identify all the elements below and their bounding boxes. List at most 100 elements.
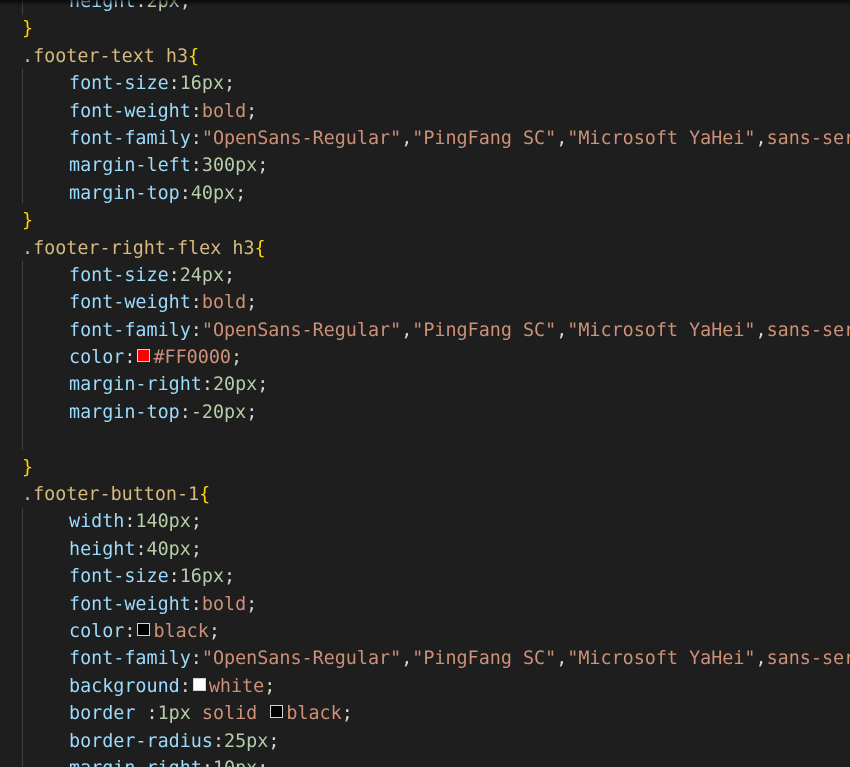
- string-value: "PingFang SC": [412, 648, 557, 670]
- punctuation: ,: [556, 319, 568, 341]
- css-selector: .footer-text h3: [22, 45, 189, 67]
- brace: }: [22, 456, 34, 478]
- code-line[interactable]: .footer-button-1{: [22, 481, 850, 508]
- punctuation: ,: [556, 127, 568, 149]
- code-line[interactable]: font-size:24px;: [22, 262, 850, 289]
- css-property: font-family: [69, 648, 191, 670]
- string-value: "Microsoft YaHei": [567, 648, 756, 670]
- string-value: "OpenSans-Regular": [201, 319, 402, 341]
- punctuation: :: [190, 593, 202, 615]
- css-property: margin-right: [69, 374, 202, 396]
- code-line[interactable]: margin-top:40px;: [22, 180, 850, 207]
- punctuation: ;: [257, 374, 269, 396]
- css-property: margin-top: [69, 182, 180, 204]
- code-line[interactable]: background: white;: [22, 673, 850, 700]
- code-line[interactable]: [22, 426, 850, 453]
- css-property: color: [69, 620, 125, 642]
- punctuation: :: [135, 538, 147, 560]
- code-line[interactable]: }: [22, 454, 850, 481]
- code-line[interactable]: font-weight:bold;: [22, 591, 850, 618]
- code-line[interactable]: }: [22, 207, 850, 234]
- code-line[interactable]: margin-right:20px;: [22, 371, 850, 398]
- css-property: border: [69, 703, 147, 725]
- code-line[interactable]: font-weight:bold;: [22, 98, 850, 125]
- brace: {: [188, 45, 200, 67]
- code-line[interactable]: font-weight:bold;: [22, 289, 850, 316]
- code-editor[interactable]: height:2px;} .footer-text h3{font-size:16…: [0, 0, 850, 767]
- punctuation: ;: [246, 100, 258, 122]
- css-property: background: [69, 675, 180, 697]
- css-property: height: [69, 538, 136, 560]
- code-line[interactable]: height:40px;: [22, 536, 850, 563]
- punctuation: ;: [224, 566, 236, 588]
- color-swatch-icon[interactable]: [270, 705, 284, 719]
- number-value: 40px: [190, 182, 236, 204]
- punctuation: :: [202, 758, 213, 767]
- punctuation: :: [168, 264, 180, 286]
- punctuation: ,: [755, 127, 767, 149]
- css-property: font-size: [69, 73, 169, 95]
- code-line[interactable]: margin-top:-20px;: [22, 399, 850, 426]
- punctuation: ,: [401, 648, 413, 670]
- punctuation: :: [168, 73, 180, 95]
- punctuation: ;: [268, 730, 280, 752]
- brace: {: [254, 237, 266, 259]
- code-line[interactable]: color: black;: [22, 618, 850, 645]
- punctuation: ;: [224, 264, 236, 286]
- punctuation: :: [124, 347, 136, 369]
- keyword-value: sans-serif: [766, 127, 850, 149]
- code-line[interactable]: font-family:"OpenSans-Regular","PingFang…: [22, 317, 850, 344]
- string-value: "Microsoft YaHei": [567, 319, 756, 341]
- code-line[interactable]: width:140px;: [22, 508, 850, 535]
- css-property: font-family: [69, 127, 191, 149]
- keyword-value: black: [286, 703, 342, 725]
- code-line[interactable]: border :1px solid black;: [22, 700, 850, 727]
- css-property: font-size: [69, 566, 169, 588]
- code-line[interactable]: .footer-text h3{: [22, 43, 850, 70]
- punctuation: ;: [264, 675, 276, 697]
- punctuation: :: [190, 127, 202, 149]
- code-line[interactable]: margin-left:300px;: [22, 152, 850, 179]
- color-swatch-icon[interactable]: [137, 622, 151, 636]
- keyword-value: bold: [201, 100, 247, 122]
- code-line[interactable]: font-family:"OpenSans-Regular","PingFang…: [22, 645, 850, 672]
- code-line[interactable]: font-family:"OpenSans-Regular","PingFang…: [22, 125, 850, 152]
- punctuation: :: [124, 511, 136, 533]
- punctuation: :: [212, 730, 225, 752]
- number-value: 25px: [224, 730, 269, 752]
- color-swatch-icon[interactable]: [192, 677, 206, 691]
- css-property: width: [69, 511, 125, 533]
- punctuation: ;: [257, 155, 269, 177]
- code-line[interactable]: margin-right:10px;: [22, 755, 850, 767]
- css-property: font-family: [69, 319, 191, 341]
- css-selector: .footer-right-flex h3: [22, 237, 255, 259]
- number-value: 300px: [201, 155, 258, 177]
- css-property: margin-left: [69, 155, 191, 177]
- code-line[interactable]: font-size:16px;: [22, 70, 850, 97]
- punctuation: ;: [246, 292, 258, 314]
- code-line[interactable]: color: #FF0000;: [22, 344, 850, 371]
- color-swatch-icon[interactable]: [137, 349, 151, 363]
- code-lines[interactable]: height:2px;} .footer-text h3{font-size:16…: [22, 0, 850, 767]
- brace: {: [199, 484, 211, 506]
- code-line[interactable]: border-radius:25px;: [22, 728, 850, 755]
- punctuation: ;: [190, 511, 202, 533]
- scroll-shadow: [0, 0, 850, 6]
- number-value: 10px: [213, 758, 257, 767]
- keyword-value: white: [208, 675, 265, 697]
- css-selector: .footer-button-1: [22, 484, 200, 506]
- code-line[interactable]: .footer-right-flex h3{: [22, 235, 850, 262]
- css-property: font-size: [69, 264, 169, 286]
- punctuation: ,: [401, 127, 413, 149]
- punctuation: ;: [257, 758, 268, 767]
- punctuation: :: [179, 182, 191, 204]
- number-value: 140px: [135, 511, 191, 533]
- css-property: font-weight: [69, 292, 191, 314]
- punctuation: :: [179, 401, 191, 423]
- keyword-value: black: [153, 620, 209, 642]
- punctuation: :: [190, 100, 202, 122]
- code-line[interactable]: }: [22, 15, 850, 42]
- punctuation: :: [190, 319, 202, 341]
- punctuation: ,: [556, 648, 568, 670]
- code-line[interactable]: font-size:16px;: [22, 563, 850, 590]
